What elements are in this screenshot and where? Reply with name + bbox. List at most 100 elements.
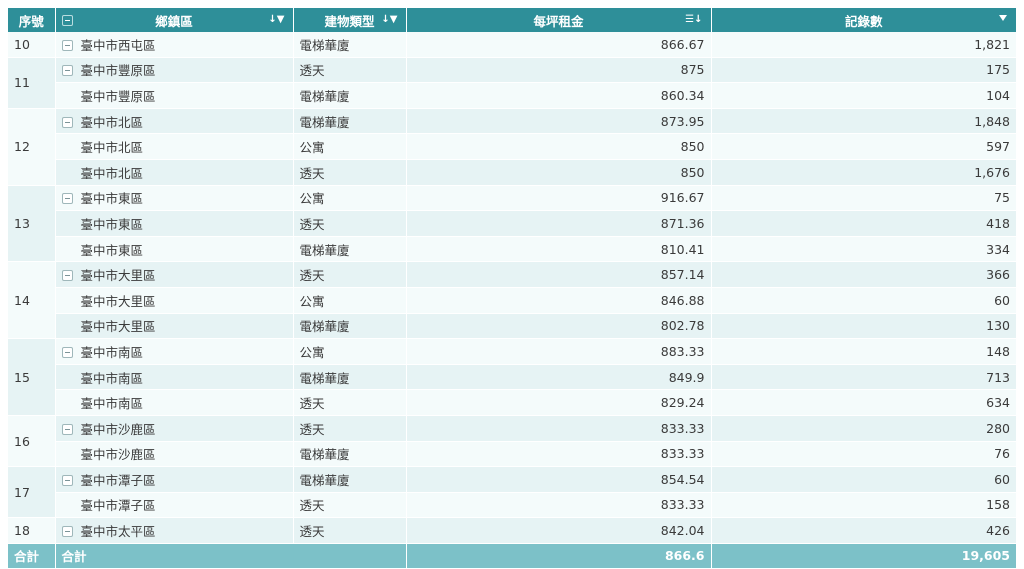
header-rent[interactable]: 每坪租金 ☰↓: [406, 8, 712, 32]
collapse-icon[interactable]: [61, 270, 73, 282]
collapse-icon[interactable]: [61, 65, 73, 77]
header-district[interactable]: 鄉鎮區 ↓▼: [55, 8, 294, 32]
table-row: 臺中市北區 透天 850 1,676: [8, 159, 1016, 186]
table-row: 16 臺中市沙鹿區 透天 833.33 280: [8, 415, 1016, 468]
row-rent: 854.54: [406, 466, 712, 493]
row-district-label: 臺中市潭子區: [80, 498, 156, 514]
row-type: 電梯華廈: [293, 32, 407, 58]
total-row: 合計 合計 866.6 19,605: [8, 543, 1016, 569]
collapse-icon[interactable]: [61, 346, 73, 358]
row-count: 130: [711, 313, 1016, 340]
row-rent: 850: [406, 133, 712, 160]
sort-icon[interactable]: ↓▼: [268, 14, 284, 25]
row-district: 臺中市西屯區: [55, 32, 294, 58]
row-district-label: 臺中市太平區: [80, 524, 156, 540]
header-district-label: 鄉鎮區: [155, 13, 193, 29]
row-rent: 850: [406, 159, 712, 186]
header-type[interactable]: 建物類型 ↓▼: [293, 8, 407, 32]
row-count: 634: [711, 389, 1016, 416]
table-row: 10 臺中市西屯區 電梯華廈 866.67 1,821: [8, 32, 1016, 58]
row-district-label: 臺中市大里區: [80, 319, 156, 335]
row-type: 公寓: [293, 287, 407, 314]
row-district: 臺中市太平區: [55, 517, 294, 544]
sort-icon[interactable]: ↓▼: [381, 14, 397, 25]
row-district-label: 臺中市北區: [80, 140, 144, 156]
row-district-label: 臺中市潭子區: [80, 472, 156, 488]
collapse-icon[interactable]: [61, 193, 73, 205]
pivot-table: 序號 鄉鎮區 ↓▼ 建物類型 ↓▼ 每坪租金 ☰↓ 記錄數 10 臺中市西屯區 …: [8, 8, 1016, 569]
collapse-icon[interactable]: [61, 474, 73, 486]
row-rent: 871.36: [406, 210, 712, 237]
filter-icon[interactable]: [999, 15, 1007, 21]
row-district-label: 臺中市南區: [80, 344, 144, 360]
total-rent: 866.6: [406, 543, 712, 569]
row-district-label: 臺中市北區: [80, 114, 144, 130]
row-count: 60: [711, 466, 1016, 493]
row-district: 臺中市潭子區: [55, 492, 294, 519]
row-count: 1,821: [711, 32, 1016, 58]
row-seq: 14: [8, 261, 56, 340]
row-rent: 833.33: [406, 492, 712, 519]
collapse-icon[interactable]: [61, 423, 73, 435]
table-row: 13 臺中市東區 公寓 916.67 75: [8, 185, 1016, 263]
row-type: 電梯華廈: [293, 441, 407, 468]
collapse-icon[interactable]: [61, 116, 73, 128]
row-rent: 833.33: [406, 441, 712, 468]
table-row: 臺中市南區 透天 829.24 634: [8, 389, 1016, 416]
row-district: 臺中市大里區: [55, 287, 294, 314]
row-count: 366: [711, 261, 1016, 288]
row-district-label: 臺中市豐原區: [80, 63, 156, 79]
table-row: 臺中市北區 公寓 850 597: [8, 133, 1016, 160]
header-seq[interactable]: 序號: [8, 8, 56, 32]
row-rent: 866.67: [406, 32, 712, 58]
total-seq-label: 合計: [8, 543, 56, 569]
header-count[interactable]: 記錄數: [711, 8, 1016, 32]
row-rent: 802.78: [406, 313, 712, 340]
table-row: 11 臺中市豐原區 透天 875 175: [8, 57, 1016, 109]
row-district: 臺中市北區: [55, 159, 294, 186]
row-type: 電梯華廈: [293, 108, 407, 135]
row-district-label: 臺中市西屯區: [80, 37, 156, 53]
row-rent: 873.95: [406, 108, 712, 135]
row-type: 透天: [293, 492, 407, 519]
row-district: 臺中市豐原區: [55, 57, 294, 84]
row-district-label: 臺中市沙鹿區: [80, 421, 156, 437]
row-district-label: 臺中市南區: [80, 396, 144, 412]
row-rent: 829.24: [406, 389, 712, 416]
table-row: 15 臺中市南區 公寓 883.33 148: [8, 338, 1016, 416]
row-count: 713: [711, 364, 1016, 391]
row-type: 透天: [293, 517, 407, 544]
row-seq: 10: [8, 32, 56, 58]
row-count: 175: [711, 57, 1016, 84]
table-row: 18 臺中市太平區 透天 842.04 426: [8, 517, 1016, 544]
row-seq: 12: [8, 108, 56, 186]
row-district-label: 臺中市南區: [80, 370, 144, 386]
row-district-label: 臺中市東區: [80, 242, 144, 258]
row-count: 1,676: [711, 159, 1016, 186]
table-row: 臺中市大里區 公寓 846.88 60: [8, 287, 1016, 314]
collapse-icon[interactable]: [61, 39, 73, 51]
row-count: 75: [711, 185, 1016, 212]
row-type: 透天: [293, 57, 407, 84]
header-row: 序號 鄉鎮區 ↓▼ 建物類型 ↓▼ 每坪租金 ☰↓ 記錄數: [8, 8, 1016, 32]
sort-desc-icon[interactable]: ☰↓: [685, 14, 702, 25]
row-district-label: 臺中市北區: [80, 165, 144, 181]
row-type: 公寓: [293, 133, 407, 160]
row-district: 臺中市沙鹿區: [55, 415, 294, 442]
row-district-label: 臺中市大里區: [80, 268, 156, 284]
collapse-all-icon[interactable]: [61, 15, 73, 26]
row-rent: 849.9: [406, 364, 712, 391]
row-count: 280: [711, 415, 1016, 442]
row-type: 公寓: [293, 338, 407, 365]
collapse-icon[interactable]: [61, 526, 73, 538]
row-district: 臺中市豐原區: [55, 82, 294, 109]
row-district-label: 臺中市豐原區: [80, 88, 156, 104]
row-rent: 810.41: [406, 236, 712, 263]
header-type-label: 建物類型: [324, 13, 375, 29]
row-seq: 18: [8, 517, 56, 544]
table-row: 14 臺中市大里區 透天 857.14 366: [8, 261, 1016, 340]
total-count: 19,605: [711, 543, 1016, 569]
row-type: 透天: [293, 210, 407, 237]
row-district: 臺中市南區: [55, 338, 294, 365]
header-count-label: 記錄數: [844, 13, 883, 29]
